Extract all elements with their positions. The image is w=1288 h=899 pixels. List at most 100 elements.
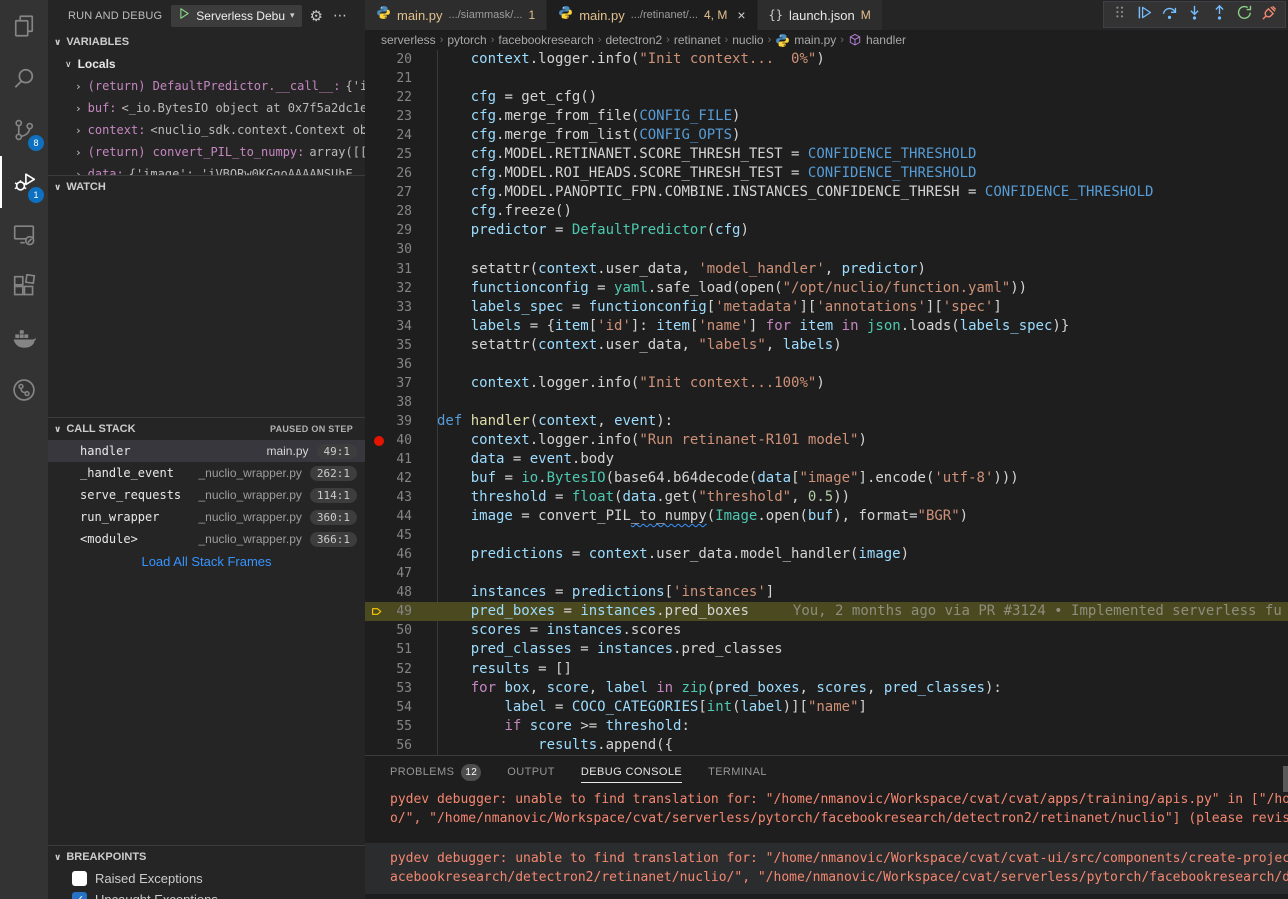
restart-button[interactable]	[1232, 2, 1257, 27]
breadcrumb-item[interactable]: main.py	[775, 33, 836, 48]
editor-gutter[interactable]: 43	[365, 488, 437, 507]
editor-gutter[interactable]: 30	[365, 240, 437, 259]
scrollbar-thumb[interactable]	[1283, 766, 1288, 792]
more-actions-icon[interactable]: ⋯	[333, 7, 348, 24]
code-line[interactable]: 54 label = COCO_CATEGORIES[int(label)]["…	[365, 698, 1288, 717]
code-line[interactable]: 38	[365, 393, 1288, 412]
editor-gutter[interactable]: 48	[365, 583, 437, 602]
checkbox-unchecked[interactable]	[72, 871, 87, 886]
checkbox-checked[interactable]: ✓	[72, 892, 87, 899]
breakpoint-icon[interactable]	[374, 436, 384, 446]
stack-frame-row[interactable]: _handle_event_nuclio_wrapper.py262:1	[48, 462, 365, 484]
step-into-button[interactable]	[1182, 2, 1207, 27]
gripper-button[interactable]	[1107, 2, 1132, 27]
editor-gutter[interactable]: 50	[365, 621, 437, 640]
editor-gutter[interactable]: 22	[365, 88, 437, 107]
editor-gutter[interactable]: 40	[365, 431, 437, 450]
step-out-button[interactable]	[1207, 2, 1232, 27]
editor-gutter[interactable]: 33	[365, 298, 437, 317]
stack-frame-row[interactable]: run_wrapper_nuclio_wrapper.py360:1	[48, 506, 365, 528]
step-over-button[interactable]	[1157, 2, 1182, 27]
code-line[interactable]: 56 results.append({	[365, 736, 1288, 755]
code-line[interactable]: 51 pred_classes = instances.pred_classes	[365, 640, 1288, 659]
code-line[interactable]: 37 context.logger.info("Init context...1…	[365, 374, 1288, 393]
call-stack-header[interactable]: ∨ CALL STACK PAUSED ON STEP	[48, 418, 365, 440]
breadcrumb-item[interactable]: nuclio	[732, 33, 763, 47]
code-line[interactable]: 53 for box, score, label in zip(pred_box…	[365, 679, 1288, 698]
editor-tab[interactable]: main.py.../retinanet/...4, M×	[547, 0, 757, 30]
editor-gutter[interactable]: 56	[365, 736, 437, 755]
code-line[interactable]: 22 cfg = get_cfg()	[365, 88, 1288, 107]
editor-gutter[interactable]: 42	[365, 469, 437, 488]
variable-row[interactable]: ›(return) convert_PIL_to_numpy:array([[[…	[48, 141, 365, 163]
editor-gutter[interactable]: 29	[365, 221, 437, 240]
breadcrumb-item[interactable]: detectron2	[605, 33, 662, 47]
watch-header[interactable]: ∨ WATCH	[48, 176, 365, 198]
editor-gutter[interactable]: 21	[365, 69, 437, 88]
breadcrumb-item[interactable]: handler	[848, 33, 906, 47]
code-line[interactable]: 27 cfg.MODEL.PANOPTIC_FPN.COMBINE.INSTAN…	[365, 183, 1288, 202]
breadcrumb-item[interactable]: serverless	[381, 33, 436, 47]
code-line[interactable]: 31 setattr(context.user_data, 'model_han…	[365, 260, 1288, 279]
code-line[interactable]: 29 predictor = DefaultPredictor(cfg)	[365, 221, 1288, 240]
editor-gutter[interactable]: 45	[365, 526, 437, 545]
code-line[interactable]: 39def handler(context, event):	[365, 412, 1288, 431]
activity-item-docker[interactable]	[0, 312, 48, 364]
stack-frame-row[interactable]: serve_requests_nuclio_wrapper.py114:1	[48, 484, 365, 506]
code-line[interactable]: 40 context.logger.info("Run retinanet-R1…	[365, 431, 1288, 450]
variables-header[interactable]: ∨ VARIABLES	[48, 31, 365, 53]
breakpoint-row[interactable]: Raised Exceptions	[48, 868, 365, 889]
editor-gutter[interactable]: 31	[365, 260, 437, 279]
editor-gutter[interactable]: 27	[365, 183, 437, 202]
breakpoint-row[interactable]: ✓Uncaught Exceptions	[48, 889, 365, 899]
editor-gutter[interactable]: 35	[365, 336, 437, 355]
editor-gutter[interactable]: 41	[365, 450, 437, 469]
editor-gutter[interactable]: 25	[365, 145, 437, 164]
editor-gutter[interactable]: 54	[365, 698, 437, 717]
code-line[interactable]: 20 context.logger.info("Init context... …	[365, 50, 1288, 69]
editor-gutter[interactable]: 28	[365, 202, 437, 221]
code-line[interactable]: 34 labels = {item['id']: item['name'] fo…	[365, 317, 1288, 336]
panel-tab-problems[interactable]: PROBLEMS12	[390, 756, 481, 788]
editor-gutter[interactable]: 34	[365, 317, 437, 336]
launch-config-dropdown[interactable]: Serverless Debu ▾	[171, 5, 301, 27]
code-line[interactable]: 23 cfg.merge_from_file(CONFIG_FILE)	[365, 107, 1288, 126]
start-debug-icon[interactable]	[178, 7, 191, 25]
editor-gutter[interactable]: 38	[365, 393, 437, 412]
code-line[interactable]: 48 instances = predictions['instances']	[365, 583, 1288, 602]
code-line[interactable]: 42 buf = io.BytesIO(base64.b64decode(dat…	[365, 469, 1288, 488]
load-all-stack-frames-link[interactable]: Load All Stack Frames	[48, 550, 365, 572]
code-line[interactable]: 25 cfg.MODEL.RETINANET.SCORE_THRESH_TEST…	[365, 145, 1288, 164]
activity-item-search[interactable]	[0, 52, 48, 104]
editor-gutter[interactable]: 51	[365, 640, 437, 659]
code-line[interactable]: 28 cfg.freeze()	[365, 202, 1288, 221]
editor-gutter[interactable]: 39	[365, 412, 437, 431]
breadcrumb-item[interactable]: retinanet	[674, 33, 721, 47]
activity-item-git-graph[interactable]	[0, 364, 48, 416]
variable-row[interactable]: ›(return) DefaultPredictor.__call__:{'in…	[48, 75, 365, 97]
scope-locals[interactable]: ∨ Locals	[48, 53, 365, 75]
editor-gutter[interactable]: 23	[365, 107, 437, 126]
editor-gutter[interactable]: 20	[365, 50, 437, 69]
disconnect-button[interactable]	[1257, 2, 1282, 27]
code-line[interactable]: 30	[365, 240, 1288, 259]
code-line[interactable]: 45	[365, 526, 1288, 545]
variable-row[interactable]: ›context:<nuclio_sdk.context.Context obj…	[48, 119, 365, 141]
editor-gutter[interactable]: 24	[365, 126, 437, 145]
activity-item-remote-explorer[interactable]	[0, 208, 48, 260]
panel-tab-debug-console[interactable]: DEBUG CONSOLE	[581, 756, 682, 788]
activity-item-run-and-debug[interactable]: 1	[0, 156, 48, 208]
code-line[interactable]: 32 functionconfig = yaml.safe_load(open(…	[365, 279, 1288, 298]
code-line[interactable]: 49 pred_boxes = instances.pred_boxesYou,…	[365, 602, 1288, 621]
editor-gutter[interactable]: 55	[365, 717, 437, 736]
code-line[interactable]: 50 scores = instances.scores	[365, 621, 1288, 640]
breadcrumb-item[interactable]: pytorch	[447, 33, 486, 47]
code-line[interactable]: 41 data = event.body	[365, 450, 1288, 469]
code-line[interactable]: 52 results = []	[365, 660, 1288, 679]
stack-frame-row[interactable]: <module>_nuclio_wrapper.py366:1	[48, 528, 365, 550]
code-line[interactable]: 21	[365, 69, 1288, 88]
close-icon[interactable]: ×	[737, 7, 745, 23]
code-line[interactable]: 46 predictions = context.user_data.model…	[365, 545, 1288, 564]
breadcrumb-item[interactable]: facebookresearch	[498, 33, 593, 47]
code-line[interactable]: 35 setattr(context.user_data, "labels", …	[365, 336, 1288, 355]
